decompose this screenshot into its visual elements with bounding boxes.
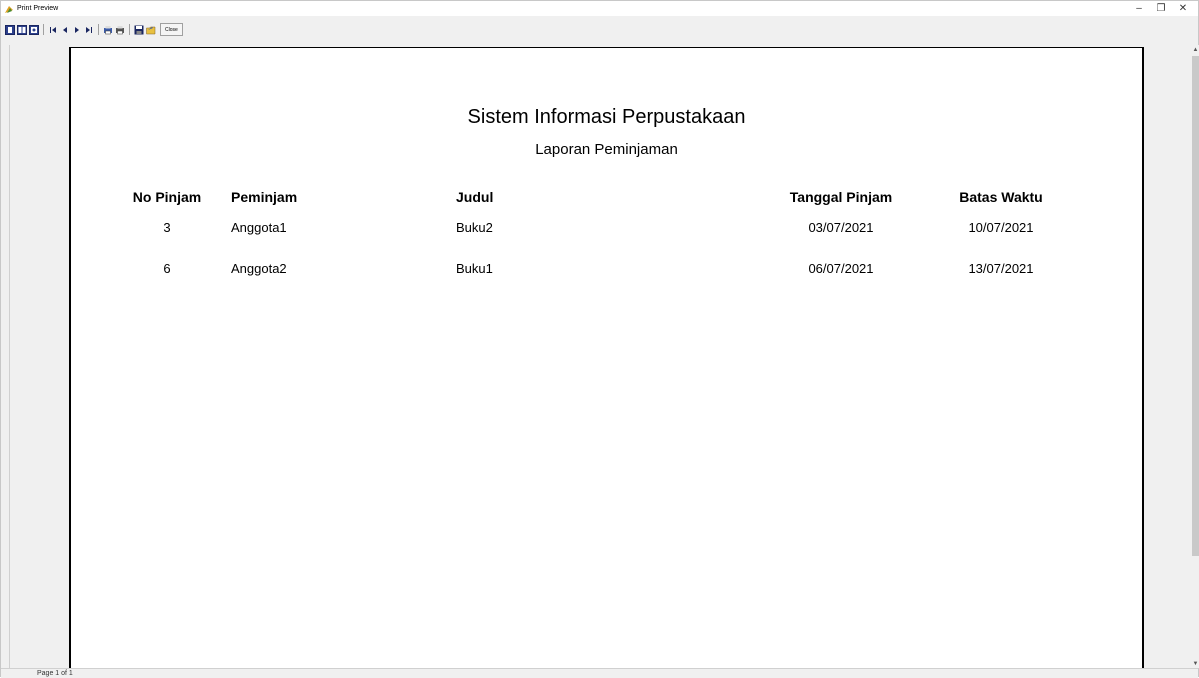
- toolbar-separator: [129, 24, 130, 35]
- scroll-down-icon[interactable]: ▼: [1191, 659, 1199, 668]
- column-header-peminjam: Peminjam: [231, 189, 298, 205]
- title-bar: Print Preview – ❐ ✕: [1, 1, 1198, 16]
- prev-page-icon[interactable]: [59, 24, 70, 35]
- column-header-no-pinjam: No Pinjam: [132, 189, 202, 205]
- maximize-button[interactable]: ❐: [1150, 1, 1172, 16]
- window-controls: – ❐ ✕: [1128, 1, 1194, 16]
- report-subtitle: Laporan Peminjaman: [535, 141, 678, 158]
- preview-area: Sistem Informasi Perpustakaan Laporan Pe…: [9, 45, 1192, 668]
- zoom-icon[interactable]: [28, 24, 39, 35]
- last-page-icon[interactable]: [83, 24, 94, 35]
- first-page-icon[interactable]: [47, 24, 58, 35]
- column-header-batas-waktu: Batas Waktu: [959, 189, 1043, 205]
- two-page-icon[interactable]: [16, 24, 27, 35]
- print-icon[interactable]: [114, 24, 125, 35]
- cell-batas-waktu: 10/07/2021: [968, 220, 1034, 235]
- vertical-scrollbar[interactable]: ▲ ▼: [1191, 45, 1199, 668]
- toolbar-separator: [43, 24, 44, 35]
- cell-peminjam: Anggota1: [231, 220, 287, 235]
- scroll-thumb[interactable]: [1192, 56, 1199, 556]
- open-icon[interactable]: [145, 24, 156, 35]
- toolbar: Close: [1, 17, 1198, 42]
- cell-judul: Buku2: [456, 220, 493, 235]
- next-page-icon[interactable]: [71, 24, 82, 35]
- cell-no-pinjam: 3: [163, 220, 171, 235]
- cell-tanggal-pinjam: 03/07/2021: [808, 220, 874, 235]
- report-page: Sistem Informasi Perpustakaan Laporan Pe…: [69, 47, 1144, 668]
- print-preview-window: Print Preview – ❐ ✕ Close Sistem Informa…: [0, 0, 1199, 678]
- scroll-up-icon[interactable]: ▲: [1191, 45, 1199, 54]
- app-icon: [4, 4, 14, 14]
- cell-no-pinjam: 6: [163, 261, 171, 276]
- window-title: Print Preview: [17, 5, 59, 12]
- print-setup-icon[interactable]: [102, 24, 113, 35]
- report-title: Sistem Informasi Perpustakaan: [467, 106, 746, 128]
- cell-peminjam: Anggota2: [231, 261, 287, 276]
- cell-batas-waktu: 13/07/2021: [968, 261, 1034, 276]
- cell-judul: Buku1: [456, 261, 493, 276]
- close-button[interactable]: Close: [160, 23, 183, 36]
- column-header-tanggal-pinjam: Tanggal Pinjam: [789, 189, 893, 205]
- minimize-button[interactable]: –: [1128, 1, 1150, 16]
- column-header-judul: Judul: [456, 189, 494, 205]
- cell-tanggal-pinjam: 06/07/2021: [808, 261, 874, 276]
- close-window-button[interactable]: ✕: [1172, 1, 1194, 16]
- toolbar-separator: [98, 24, 99, 35]
- one-page-icon[interactable]: [4, 24, 15, 35]
- save-icon[interactable]: [133, 24, 144, 35]
